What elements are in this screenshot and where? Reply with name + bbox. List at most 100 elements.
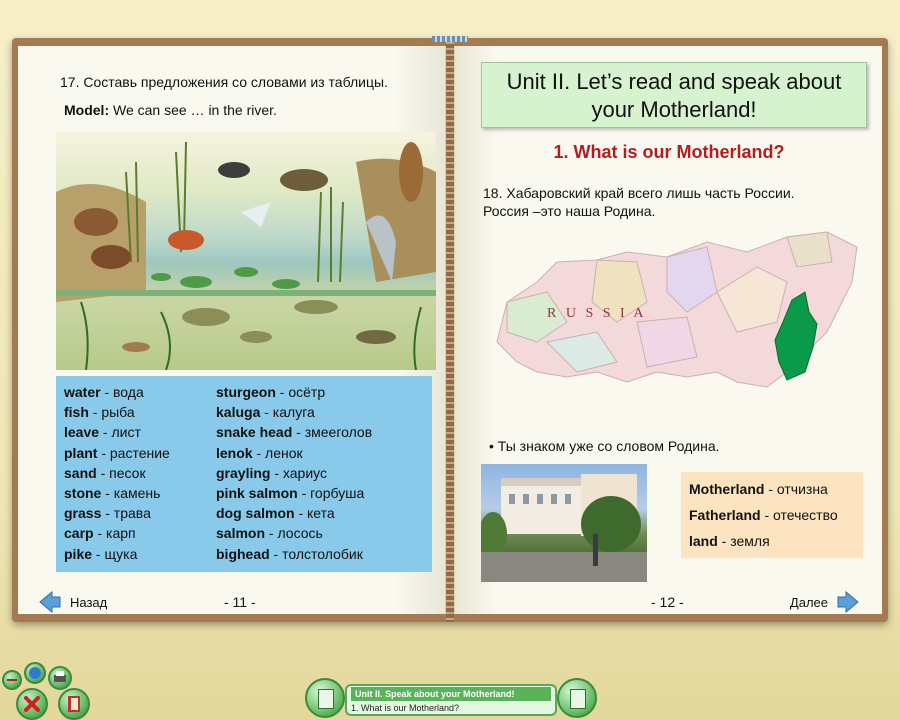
- next-button[interactable]: Далее: [790, 590, 860, 614]
- vocab-row: pink salmon - горбуша: [216, 483, 372, 503]
- vocab-en: dog salmon: [216, 505, 295, 522]
- word-ru: - отчизна: [764, 481, 828, 497]
- book-icon[interactable]: [318, 689, 334, 709]
- vocab-row: dog salmon - кета: [216, 503, 372, 523]
- vocab-en: leave: [64, 424, 100, 441]
- vocab-row: kaluga - калуга: [216, 402, 372, 422]
- arrow-right-icon[interactable]: [836, 590, 860, 614]
- vocab-ru: - калуга: [260, 404, 315, 421]
- right-page: Unit II. Let’s read and speak about your…: [454, 46, 882, 614]
- river-wildlife-illustration: [56, 132, 436, 370]
- page-number-right: - 12 -: [651, 594, 684, 610]
- section-title: 1. What is our Motherland?: [553, 142, 785, 162]
- vocab-en: bighead: [216, 545, 270, 562]
- vocab-ru: - лист: [99, 424, 141, 441]
- city-photo: [481, 464, 647, 582]
- vocab-row: stone - камень: [64, 483, 170, 503]
- vocab-ru: - хариус: [270, 464, 327, 481]
- vocab-ru: - растение: [97, 444, 170, 461]
- task-18-line1: 18. Хабаровский край всего лишь часть Ро…: [483, 185, 795, 201]
- vocab-ru: - змееголов: [292, 424, 373, 441]
- vocab-ru: - карп: [93, 525, 136, 542]
- task-18-text: 18. Хабаровский край всего лишь часть Ро…: [483, 184, 863, 220]
- book-icon[interactable]: [570, 689, 586, 709]
- toolbar: [2, 660, 102, 720]
- vocab-en: grass: [64, 505, 102, 522]
- model-label: Model:: [64, 102, 110, 118]
- vocab-row: plant - растение: [64, 443, 170, 463]
- arrow-left-icon[interactable]: [38, 590, 62, 614]
- word-row: Fatherland - отечество: [689, 502, 855, 528]
- close-icon[interactable]: [16, 688, 48, 720]
- vocab-en: salmon: [216, 525, 266, 542]
- contents-button[interactable]: [305, 678, 345, 718]
- vocab-row: water - вода: [64, 382, 170, 402]
- book-icon[interactable]: [58, 688, 90, 720]
- minus-icon[interactable]: [2, 670, 22, 690]
- vocab-row: lenok - ленок: [216, 443, 372, 463]
- vocab-ru: - толстолобик: [269, 545, 363, 562]
- word-en: Motherland: [689, 481, 765, 497]
- vocab-en: carp: [64, 525, 94, 542]
- vocab-row: pike - щука: [64, 544, 170, 564]
- next-label[interactable]: Далее: [790, 595, 828, 610]
- unit-title-line2: your Motherland!: [591, 97, 757, 122]
- unit-title-line1: Unit II. Let’s read and speak about: [506, 69, 842, 94]
- vocab-en: plant: [64, 444, 98, 461]
- word-row: Motherland - отчизна: [689, 476, 855, 502]
- status-subtitle: 1. What is our Motherland?: [351, 703, 460, 713]
- vocab-row: fish - рыба: [64, 402, 170, 422]
- vocab-en: sturgeon: [216, 384, 276, 400]
- vocab-row: bighead - толстолобик: [216, 544, 372, 564]
- bookmark-ribbon: [432, 36, 468, 42]
- word-ru: - отечество: [760, 507, 838, 523]
- vocab-ru: - горбуша: [297, 484, 365, 501]
- vocab-en: water: [64, 384, 101, 400]
- print-icon[interactable]: [48, 666, 72, 690]
- word-en: Fatherland: [689, 507, 761, 523]
- vocab-row: leave - лист: [64, 422, 170, 442]
- vocab-ru: - ленок: [252, 444, 303, 461]
- vocab-en: stone: [64, 484, 102, 501]
- vocab-ru: - рыба: [88, 404, 135, 421]
- back-label[interactable]: Назад: [70, 595, 107, 610]
- info-icon[interactable]: [24, 662, 46, 684]
- vocab-en: pike: [64, 545, 93, 562]
- vocabulary-table: water - вода fish - рыба leave - лист pl…: [56, 376, 432, 572]
- vocabulary-column-1: water - вода fish - рыба leave - лист pl…: [64, 382, 170, 564]
- vocab-en: fish: [64, 404, 89, 421]
- map-label: R U S S I A: [547, 306, 647, 321]
- bullet-text: • Ты знаком уже со словом Родина.: [489, 438, 720, 454]
- vocab-ru: - вода: [100, 384, 144, 400]
- status-title: Unit II. Speak about your Motherland!: [351, 687, 551, 701]
- page-number-left: - 11 -: [224, 594, 256, 610]
- model-text: We can see … in the river.: [109, 102, 277, 118]
- vocab-en: pink salmon: [216, 484, 298, 501]
- vocab-ru: - кета: [294, 505, 335, 522]
- russia-map: R U S S I A: [487, 222, 867, 408]
- vocab-en: sand: [64, 464, 97, 481]
- word-row: land - земля: [689, 528, 855, 554]
- book: 17. Составь предложения со словами из та…: [12, 36, 888, 622]
- vocab-row: snake head - змееголов: [216, 422, 372, 442]
- book-spine: [446, 38, 454, 622]
- vocabulary-column-2: sturgeon - осётр kaluga - калуга snake h…: [216, 382, 372, 564]
- left-page: 17. Составь предложения со словами из та…: [18, 46, 446, 614]
- vocab-en: kaluga: [216, 404, 261, 421]
- vocab-row: sturgeon - осётр: [216, 382, 372, 402]
- vocab-row: carp - карп: [64, 523, 170, 543]
- menu-button[interactable]: [557, 678, 597, 718]
- vocab-ru: - осётр: [275, 384, 326, 400]
- vocab-en: grayling: [216, 464, 271, 481]
- vocab-ru: - камень: [101, 484, 161, 501]
- vocab-row: sand - песок: [64, 463, 170, 483]
- vocab-row: salmon - лосось: [216, 523, 372, 543]
- vocab-en: lenok: [216, 444, 253, 461]
- word-ru: - земля: [717, 533, 770, 549]
- task-18-line2: Россия –это наша Родина.: [483, 203, 656, 219]
- back-button[interactable]: Назад: [38, 590, 107, 614]
- vocab-ru: - щука: [92, 545, 138, 562]
- motherland-words-box: Motherland - отчизна Fatherland - отечес…: [681, 472, 863, 558]
- lesson-status-bar: Unit II. Speak about your Motherland! 1.…: [305, 678, 597, 720]
- vocab-en: snake head: [216, 424, 293, 441]
